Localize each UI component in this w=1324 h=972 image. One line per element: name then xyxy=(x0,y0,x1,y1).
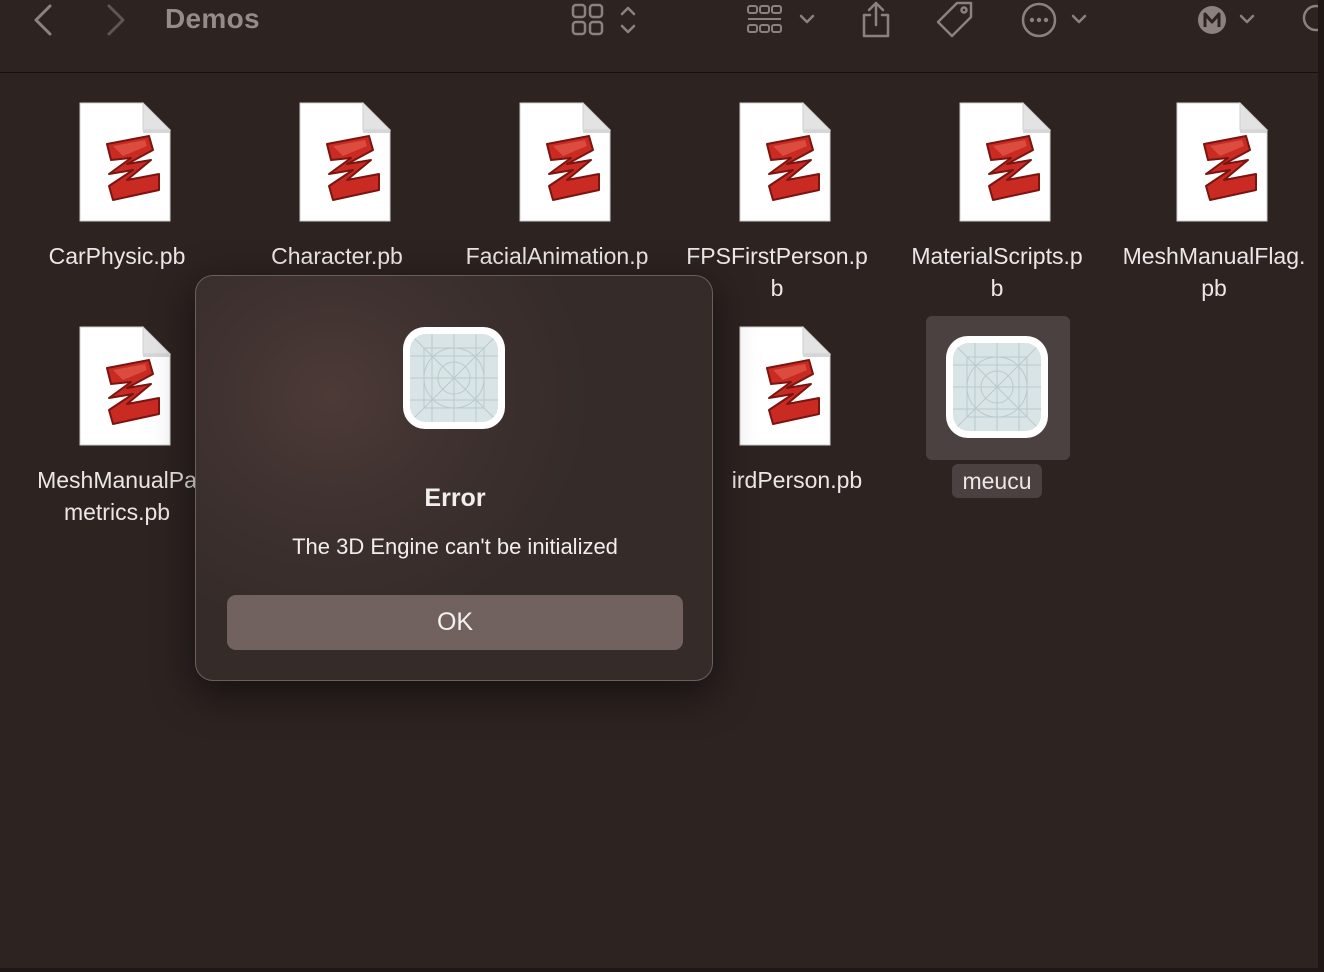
ok-button[interactable]: OK xyxy=(227,595,683,650)
window-edge-bottom xyxy=(0,968,1318,972)
finder-toolbar: Demos xyxy=(0,0,1318,73)
window-title: Demos xyxy=(165,3,260,34)
icon-grid-icon xyxy=(570,2,642,38)
purebasic-file-icon xyxy=(1176,102,1268,222)
search-button[interactable] xyxy=(1300,0,1318,40)
share-icon xyxy=(858,1,894,39)
share-button[interactable] xyxy=(858,0,894,40)
dialog-title: Error xyxy=(424,484,486,512)
file-name: Character.pb xyxy=(271,243,403,269)
purebasic-file-icon xyxy=(79,326,171,446)
tag-button[interactable] xyxy=(935,0,975,40)
dialog-message: The 3D Engine can't be initialized xyxy=(292,534,618,559)
window-edge xyxy=(1318,0,1324,972)
file-name: CarPhysic.pb xyxy=(48,243,186,269)
file-name: irdPerson.pb xyxy=(731,467,863,493)
file-name: MaterialScripts.p b xyxy=(911,243,1083,301)
chevron-left-icon xyxy=(32,3,54,37)
search-icon xyxy=(1300,1,1318,39)
purebasic-file-icon xyxy=(79,102,171,222)
purebasic-file-icon xyxy=(739,102,831,222)
file-name-selected[interactable]: meucu xyxy=(952,464,1042,498)
generic-app-icon xyxy=(946,336,1048,438)
generic-app-icon xyxy=(403,327,505,429)
chevron-right-icon xyxy=(105,3,127,37)
view-mode-button[interactable] xyxy=(570,0,642,40)
ellipsis-circle-icon xyxy=(1020,1,1092,39)
more-actions-button[interactable] xyxy=(1020,0,1092,40)
group-button[interactable] xyxy=(745,0,821,40)
purebasic-file-icon xyxy=(739,326,831,446)
group-grid-icon xyxy=(745,2,821,38)
purebasic-file-icon xyxy=(519,102,611,222)
back-button[interactable] xyxy=(32,0,54,40)
account-button[interactable] xyxy=(1196,0,1260,40)
file-name: MeshManualPa metrics.pb xyxy=(37,467,197,525)
file-name: MeshManualFlag. pb xyxy=(1122,243,1306,301)
purebasic-file-icon xyxy=(959,102,1051,222)
forward-button[interactable] xyxy=(105,0,127,40)
error-dialog: Error The 3D Engine can't be initialized… xyxy=(195,275,713,681)
file-name: FacialAnimation.p xyxy=(465,243,649,269)
m-circle-icon xyxy=(1196,1,1260,39)
tag-icon xyxy=(935,0,975,40)
purebasic-file-icon xyxy=(299,102,391,222)
